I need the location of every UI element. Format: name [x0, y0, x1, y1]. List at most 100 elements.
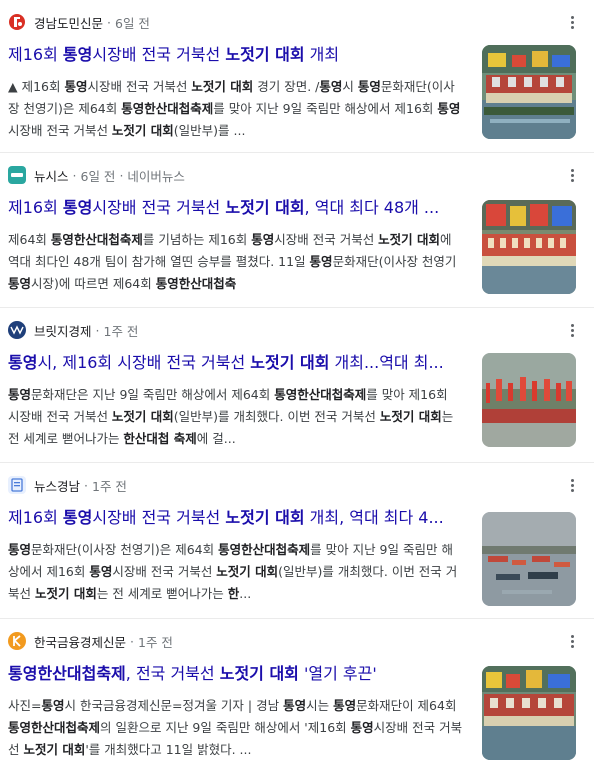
- news-source-name: 경남도민신문: [34, 15, 104, 31]
- text-segment: 제16회: [8, 45, 63, 64]
- highlighted-term: 통영: [283, 698, 307, 713]
- highlighted-term: 통영한산대첩축제: [50, 232, 143, 247]
- kfenews-logo: [8, 632, 26, 650]
- text-segment: 시장배 전국 거북선: [92, 198, 226, 217]
- text-segment: 시장배 전국 거북선: [92, 45, 226, 64]
- meta-separator: ·: [72, 167, 77, 183]
- highlighted-term: 통영: [350, 720, 374, 735]
- highlighted-term: 통영: [62, 198, 93, 217]
- text-segment: 시: [342, 79, 358, 94]
- highlighted-term: 통영: [319, 79, 343, 94]
- text-segment: 시는: [306, 698, 334, 713]
- highlighted-term: 노젓기 대회: [225, 45, 305, 64]
- text-segment: 시장)에 따르면 제64회: [31, 276, 156, 291]
- news-title-link[interactable]: 제16회 통영시장배 전국 거북선 노젓기 대회, 역대 최다 48개 ...: [8, 197, 470, 219]
- highlighted-term: 노젓기 대회: [219, 664, 299, 683]
- text-segment: 시, 제16회 시장배 전국 거북선: [37, 353, 251, 372]
- news-source-name: 한국금융경제신문: [34, 634, 127, 650]
- highlighted-term: 통영: [357, 79, 381, 94]
- news-thumbnail[interactable]: [482, 45, 576, 139]
- highlighted-term: 통영한산대첩축제: [274, 387, 367, 402]
- news-card[interactable]: 뉴스경남 · 1주 전 제16회 통영시장배 전국 거북선 노젓기 대회 개최,…: [0, 463, 594, 619]
- text-segment: 는 전 세계로 뻗어나가는: [96, 586, 228, 601]
- text-segment: 시장배 전국 거북선: [92, 508, 226, 527]
- text-segment: (일반부)를 ...: [173, 123, 246, 138]
- text-segment: 문화재단(이사장 천영기)은 제64회: [31, 542, 219, 557]
- more-vert-icon[interactable]: [564, 12, 580, 32]
- news-thumbnail[interactable]: [482, 512, 576, 606]
- news-thumbnail[interactable]: [482, 200, 576, 294]
- news-thumbnail[interactable]: [482, 666, 576, 760]
- news-time: 6일 전: [80, 168, 116, 184]
- highlighted-term: 통영: [41, 698, 65, 713]
- news-title-link[interactable]: 제16회 통영시장배 전국 거북선 노젓기 대회 개최: [8, 44, 470, 66]
- highlighted-term: 통영한산대첩축제: [8, 720, 101, 735]
- text-segment: , 역대 최다 48개 ...: [304, 198, 440, 217]
- highlighted-term: 통영한산대첩축제: [121, 101, 214, 116]
- more-vert-icon[interactable]: [564, 320, 580, 340]
- highlighted-term: 노젓기 대회: [191, 79, 254, 94]
- news-source-name: 뉴시스: [34, 168, 69, 184]
- news-portal[interactable]: 네이버뉴스: [127, 166, 185, 185]
- news-card[interactable]: 뉴시스 · 6일 전 · 네이버뉴스 제16회 통영시장배 전국 거북선 노젓기…: [0, 153, 594, 308]
- news-card[interactable]: 브릿지경제 · 1주 전 통영시, 제16회 시장배 전국 거북선 노젓기 대회…: [0, 308, 594, 463]
- highlighted-term: 통영: [8, 387, 32, 402]
- highlighted-term: 통영: [8, 276, 32, 291]
- news-card[interactable]: 경남도민신문 · 6일 전 제16회 통영시장배 전국 거북선 노젓기 대회 개…: [0, 0, 594, 153]
- text-segment: 시장배 전국 거북선: [274, 232, 379, 247]
- gyeongnam-domin-logo: [8, 13, 26, 31]
- news-snippet: 제64회 통영한산대첩축제를 기념하는 제16회 통영시장배 전국 거북선 노젓…: [8, 229, 463, 295]
- news-title-link[interactable]: 통영한산대첩축제, 전국 거북선 노젓기 대회 '열기 후끈': [8, 663, 470, 685]
- news-gyeongnam-logo: [8, 476, 26, 494]
- text-segment: '를 개최했다고 11일 밝혔다. ...: [85, 742, 252, 757]
- highlighted-term: 한: [227, 586, 240, 601]
- text-segment: ▲ 제16회: [8, 79, 65, 94]
- more-vert-icon[interactable]: [564, 165, 580, 185]
- text-segment: 개최, 역대 최다 4...: [304, 508, 444, 527]
- highlighted-term: 노젓기 대회: [225, 198, 305, 217]
- text-segment: 문화재단은 지난 9일 죽림만 해상에서 제64회: [31, 387, 275, 402]
- text-segment: , 전국 거북선: [125, 664, 220, 683]
- text-segment: 문화재단이 제64회: [356, 698, 457, 713]
- text-segment: 제16회: [8, 508, 63, 527]
- text-segment: 경기 장면. /: [253, 79, 320, 94]
- newsis-logo: [8, 166, 26, 184]
- highlighted-term: 통영: [64, 79, 88, 94]
- text-segment: 를 기념하는 제16회: [142, 232, 252, 247]
- viva-logo: [8, 321, 26, 339]
- more-vert-icon[interactable]: [564, 475, 580, 495]
- text-segment: ...: [239, 586, 252, 601]
- text-segment: 를 맞아 지난 9일 죽림만 해상에서 제16회: [213, 101, 438, 116]
- news-title-link[interactable]: 통영시, 제16회 시장배 전국 거북선 노젓기 대회 개최...역대 최...: [8, 352, 470, 374]
- text-segment: '열기 후끈': [298, 664, 377, 683]
- news-source-row: 브릿지경제 · 1주 전: [8, 320, 138, 340]
- news-source-row: 한국금융경제신문 · 1주 전: [8, 631, 173, 651]
- text-segment: 개최...역대 최...: [329, 353, 444, 372]
- text-segment: 사진=: [8, 698, 42, 713]
- news-thumbnail[interactable]: [482, 353, 576, 447]
- highlighted-term: 통영한산대첩축: [155, 276, 237, 291]
- highlighted-term: 노젓기 대회: [34, 586, 97, 601]
- meta-separator: ·: [95, 322, 100, 338]
- news-time: 1주 전: [138, 634, 173, 650]
- news-source-name: 뉴스경남: [34, 478, 81, 494]
- more-vert-icon[interactable]: [564, 631, 580, 651]
- text-segment: 의 일환으로 지난 9일 죽림만 해상에서 '제16회: [100, 720, 351, 735]
- highlighted-term: 노젓기 대회: [111, 123, 174, 138]
- highlighted-term: 통영: [251, 232, 275, 247]
- highlighted-term: 통영: [8, 353, 38, 372]
- news-results-feed: 경남도민신문 · 6일 전 제16회 통영시장배 전국 거북선 노젓기 대회 개…: [0, 0, 594, 769]
- news-title-link[interactable]: 제16회 통영시장배 전국 거북선 노젓기 대회 개최, 역대 최다 4...: [8, 507, 470, 529]
- highlighted-term: 통영한산대첩축제: [8, 664, 126, 683]
- news-snippet: 사진=통영시 한국금융경제신문=정겨울 기자 | 경남 통영시는 통영문화재단이…: [8, 695, 463, 761]
- news-source-name: 브릿지경제: [34, 323, 92, 339]
- meta-separator: ·: [107, 14, 111, 30]
- news-snippet: 통영문화재단(이사장 천영기)은 제64회 통영한산대첩축제를 맞아 지난 9일…: [8, 539, 463, 605]
- highlighted-term: 노젓기 대회: [111, 409, 174, 424]
- news-card[interactable]: 한국금융경제신문 · 1주 전 통영한산대첩축제, 전국 거북선 노젓기 대회 …: [0, 619, 594, 769]
- text-segment: 개최: [304, 45, 340, 64]
- highlighted-term: 노젓기 대회: [379, 409, 442, 424]
- highlighted-term: 노젓기 대회: [225, 508, 305, 527]
- highlighted-term: 통영: [62, 45, 93, 64]
- highlighted-term: 통영: [309, 254, 333, 269]
